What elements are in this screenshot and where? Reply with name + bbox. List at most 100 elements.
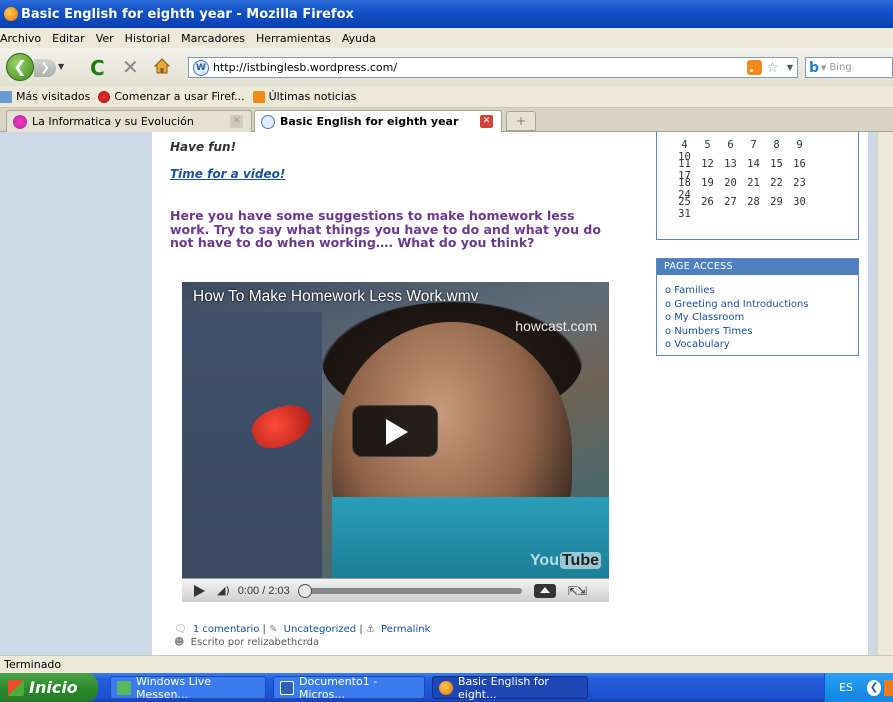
- history-dropdown-icon[interactable]: ▼: [58, 62, 64, 71]
- youtube-logo[interactable]: You Tube: [530, 552, 601, 570]
- vertical-scrollbar[interactable]: [877, 132, 893, 655]
- play-overlay-button[interactable]: [352, 405, 438, 457]
- taskbar-word[interactable]: Documento1 - Micros...: [273, 674, 425, 701]
- tray-expand-icon[interactable]: ❮: [866, 679, 882, 696]
- menu-ayuda[interactable]: Ayuda: [336, 32, 381, 45]
- calendar-day: 27: [724, 196, 737, 208]
- calendar-day: 23: [793, 177, 806, 189]
- status-bar: Terminado: [0, 655, 893, 673]
- search-engine-dropdown-icon[interactable]: ▼: [821, 64, 826, 72]
- calendar-day: 22: [770, 177, 783, 189]
- popout-icon[interactable]: [533, 583, 556, 598]
- bing-icon[interactable]: b: [809, 60, 819, 76]
- stop-icon[interactable]: ✕: [122, 55, 139, 79]
- menu-historial[interactable]: Historial: [119, 32, 175, 45]
- video-title[interactable]: How To Make Homework Less Work.wmv: [193, 288, 478, 306]
- menu-marcadores[interactable]: Marcadores: [175, 32, 250, 45]
- calendar-day: 28: [747, 196, 760, 208]
- blog-page: Have fun! Time for a video! Here you hav…: [152, 132, 868, 655]
- video-progress-bar[interactable]: [297, 583, 522, 598]
- page-link-greeting[interactable]: Greeting and Introductions: [665, 298, 858, 312]
- video-background: [182, 312, 322, 578]
- navigation-toolbar: ❮ ❯ ▼ C ✕ W http://istbinglesb.wordpress…: [0, 48, 893, 86]
- post-author: ☻ Escrito por relizabethcrda: [174, 637, 319, 648]
- calendar-day: 25: [678, 196, 691, 208]
- calendar-day: 12: [701, 158, 714, 170]
- comments-link[interactable]: 1 comentario: [193, 624, 259, 635]
- video-time: 0:00 / 2:03: [237, 584, 290, 597]
- wordpress-favicon-icon: W: [193, 59, 209, 76]
- calendar-day: 11: [678, 158, 691, 170]
- menu-herramientas[interactable]: Herramientas: [250, 32, 336, 45]
- fullscreen-icon[interactable]: ⇱⇲: [568, 584, 587, 598]
- url-dropdown-icon[interactable]: ▼: [787, 63, 793, 72]
- calendar-day: 13: [724, 158, 737, 170]
- wordpress-tab-icon: [261, 114, 275, 129]
- tab-close-icon[interactable]: ✕: [230, 115, 243, 128]
- bookmark-ultimas-noticias[interactable]: Últimas noticias: [252, 90, 357, 103]
- tab-close-icon[interactable]: ✕: [480, 115, 493, 128]
- bookmarks-toolbar: Más visitados Comenzar a usar Firef... Ú…: [0, 86, 893, 108]
- start-button[interactable]: Inicio: [0, 673, 98, 702]
- page-link-numbers-times[interactable]: Numbers Times: [665, 325, 858, 339]
- category-icon: ✎: [269, 624, 278, 635]
- calendar-row: 25 26 27 28 29 30 31: [673, 196, 833, 220]
- calendar-day: 4: [681, 139, 688, 151]
- menu-editar[interactable]: Editar: [46, 32, 90, 45]
- start-label: Inicio: [29, 678, 78, 697]
- calendar-day: 8: [773, 139, 780, 151]
- rss-feed-icon[interactable]: [747, 60, 763, 75]
- embedded-video-player[interactable]: How To Make Homework Less Work.wmv howca…: [182, 282, 609, 602]
- back-button[interactable]: ❮: [6, 53, 34, 81]
- tab-label: La Informatica y su Evolución: [32, 115, 194, 128]
- tab-basic-english[interactable]: Basic English for eighth year ✕: [254, 110, 502, 132]
- calendar-day: 20: [724, 177, 737, 189]
- bookmark-comenzar[interactable]: Comenzar a usar Firef...: [98, 90, 245, 103]
- bookmark-label: Últimas noticias: [268, 90, 357, 103]
- url-bar[interactable]: W http://istbinglesb.wordpress.com/ ☆ ▼: [188, 57, 798, 78]
- volume-icon[interactable]: ◢): [217, 584, 230, 597]
- category-link[interactable]: Uncategorized: [284, 624, 356, 635]
- url-text[interactable]: http://istbinglesb.wordpress.com/: [213, 61, 747, 74]
- calendar-day: 16: [793, 158, 806, 170]
- tray-app-icon[interactable]: [884, 679, 893, 696]
- forward-button[interactable]: ❯: [34, 59, 56, 77]
- menu-ver[interactable]: Ver: [90, 32, 119, 45]
- menu-bar: Archivo Editar Ver Historial Marcadores …: [0, 28, 893, 48]
- word-icon: [280, 680, 294, 695]
- search-placeholder[interactable]: Bing: [829, 62, 851, 73]
- window-titlebar: Basic English for eighth year - Mozilla …: [0, 0, 893, 28]
- taskbar-messenger[interactable]: Windows Live Messen...: [110, 674, 266, 701]
- task-label: Documento1 - Micros...: [299, 674, 378, 701]
- task-label: Windows Live Messen...: [136, 674, 212, 701]
- language-indicator[interactable]: ES: [839, 681, 853, 694]
- page-viewport: Have fun! Time for a video! Here you hav…: [0, 132, 893, 655]
- page-link-families[interactable]: Families: [665, 284, 858, 298]
- calendar-day: 31: [678, 208, 691, 220]
- reload-icon[interactable]: C: [90, 56, 105, 80]
- calendar-day: 9: [796, 139, 803, 151]
- firefox-bookmark-icon: [98, 90, 111, 103]
- menu-archivo[interactable]: Archivo: [0, 32, 46, 45]
- progress-thumb[interactable]: [297, 583, 312, 598]
- taskbar-firefox[interactable]: Basic English for eight...: [432, 675, 588, 701]
- home-icon[interactable]: [153, 57, 171, 75]
- bookmark-mas-visitados[interactable]: Más visitados: [0, 90, 90, 103]
- time-for-video-link[interactable]: Time for a video!: [170, 167, 285, 181]
- firefox-icon: [4, 7, 18, 21]
- play-icon[interactable]: [194, 584, 205, 597]
- video-controls: ◢) 0:00 / 2:03 ⇱⇲: [182, 578, 609, 602]
- video-frame[interactable]: How To Make Homework Less Work.wmv howca…: [182, 282, 609, 582]
- page-link-vocabulary[interactable]: Vocabulary: [665, 338, 858, 352]
- search-box[interactable]: b ▼ Bing: [805, 57, 893, 78]
- system-tray: ES ❮: [824, 673, 893, 702]
- tab-informatica[interactable]: La Informatica y su Evolución ✕: [6, 110, 252, 132]
- page-link-my-classroom[interactable]: My Classroom: [665, 311, 858, 325]
- bookmark-star-icon[interactable]: ☆: [766, 60, 779, 76]
- homework-paragraph: Here you have some suggestions to make h…: [170, 208, 601, 250]
- permalink-link[interactable]: Permalink: [381, 624, 430, 635]
- have-fun-text: Have fun!: [170, 140, 237, 154]
- new-tab-button[interactable]: +: [506, 111, 536, 131]
- youtube-logo-you: You: [529, 552, 559, 569]
- bookmark-folder-icon: [0, 90, 12, 103]
